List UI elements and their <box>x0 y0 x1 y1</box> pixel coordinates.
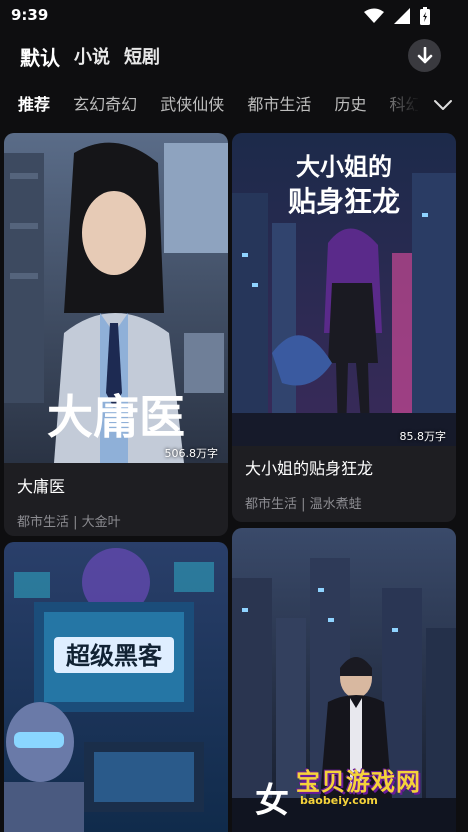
chevron-down-icon[interactable] <box>432 94 454 116</box>
category-urban[interactable]: 都市生活 <box>247 88 311 122</box>
book-card[interactable]: 超级黑客 <box>4 542 228 832</box>
watermark: 宝贝游戏网 baobeiy.com <box>296 762 446 814</box>
book-card[interactable]: 大小姐的 贴身狂龙 85.8万字 大小姐的贴身狂龙 都市生活 | 温水煮蛙 <box>232 133 456 522</box>
signal-icon <box>394 8 410 24</box>
category-fade <box>370 88 420 122</box>
category-bar: 推荐 玄幻奇幻 武侠仙侠 都市生活 历史 科幻 <box>0 88 468 122</box>
cover-title-line2: 贴身狂龙 <box>288 185 400 218</box>
book-cover: 大小姐的 贴身狂龙 85.8万字 <box>232 133 456 446</box>
cover-title-text: 女 <box>255 781 289 821</box>
book-card[interactable]: 大庸医 506.8万字 大庸医 都市生活 | 大金叶 <box>4 133 228 536</box>
status-bar: 9:39 <box>0 0 468 34</box>
word-count: 506.8万字 <box>164 447 219 460</box>
cover-title-line1: 大小姐的 <box>296 153 392 181</box>
arrow-down-icon <box>417 46 432 63</box>
category-wuxia[interactable]: 武侠仙侠 <box>160 88 224 122</box>
cover-title-text: 大庸医 <box>47 390 185 444</box>
word-count: 85.8万字 <box>399 430 447 443</box>
category-list[interactable]: 推荐 玄幻奇幻 武侠仙侠 都市生活 历史 科幻 <box>18 88 418 122</box>
watermark-text: 宝贝游戏网 <box>296 768 421 796</box>
wifi-icon <box>364 8 384 23</box>
cover-title-text: 超级黑客 <box>66 642 163 670</box>
book-meta: 都市生活 | 温水煮蛙 <box>245 497 362 512</box>
book-cover: 超级黑客 <box>4 542 228 832</box>
top-tab-short-drama[interactable]: 短剧 <box>124 43 160 69</box>
category-recommend[interactable]: 推荐 <box>18 88 50 122</box>
book-meta: 都市生活 | 大金叶 <box>17 515 121 530</box>
category-fantasy[interactable]: 玄幻奇幻 <box>73 88 137 122</box>
top-tab-default[interactable]: 默认 <box>20 42 60 71</box>
top-tab-novel[interactable]: 小说 <box>74 43 110 69</box>
book-title: 大小姐的贴身狂龙 <box>245 459 374 478</box>
download-button[interactable] <box>408 39 441 72</box>
top-tabs: 默认 小说 短剧 <box>20 42 174 70</box>
watermark-url: baobeiy.com <box>300 794 378 807</box>
book-title: 大庸医 <box>17 477 66 496</box>
book-cover: 大庸医 506.8万字 <box>4 133 228 463</box>
status-icons <box>364 7 430 25</box>
category-history[interactable]: 历史 <box>334 88 366 122</box>
battery-icon <box>420 7 430 25</box>
status-time: 9:39 <box>11 6 49 24</box>
